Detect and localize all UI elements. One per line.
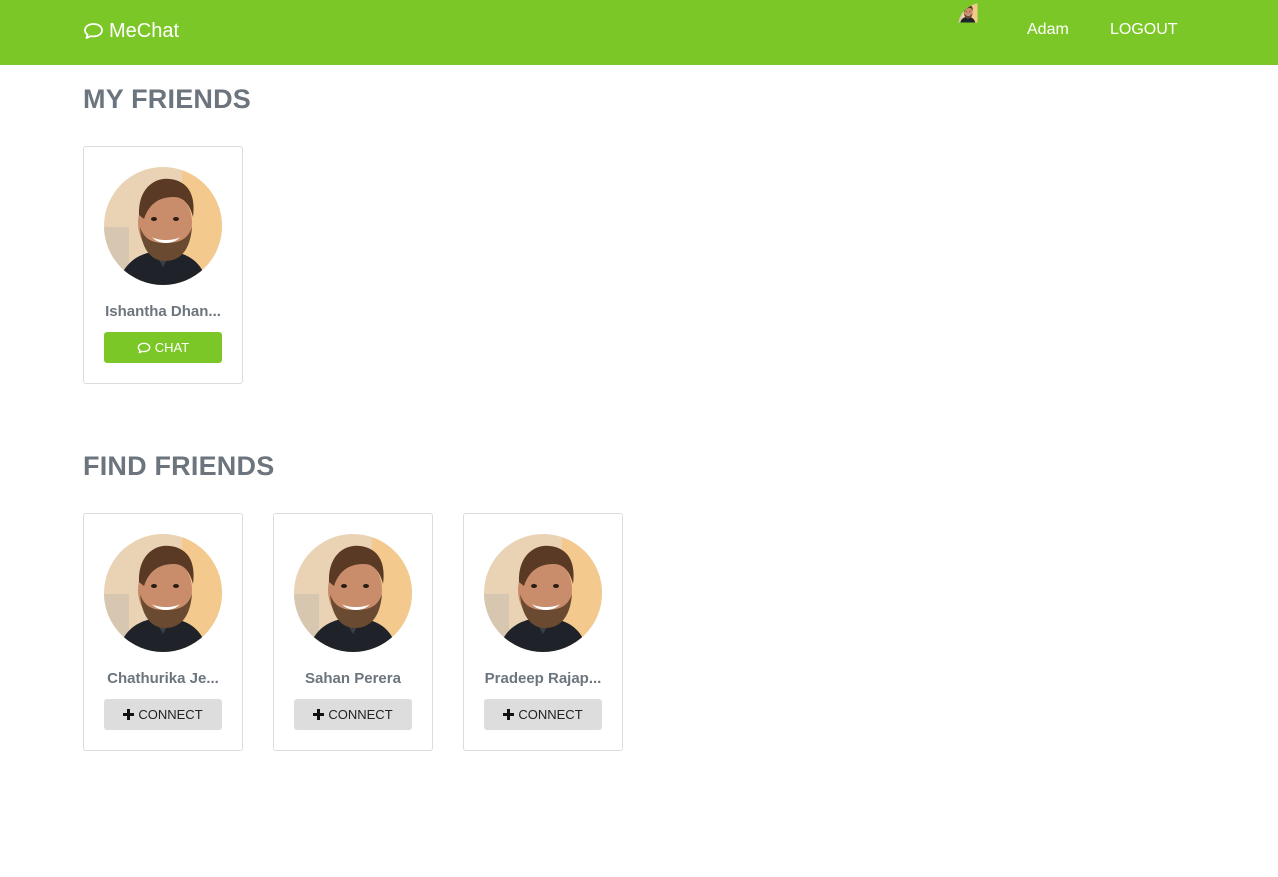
suggestion-avatar [484,534,602,652]
plus-icon [123,709,135,720]
plus-icon [313,709,325,720]
chat-button[interactable]: CHAT [104,332,222,363]
user-name-link[interactable]: Adam [1027,21,1069,39]
brand-link[interactable]: MeChat [83,19,179,43]
user-avatar[interactable] [958,3,1006,51]
plus-icon [503,709,515,720]
find-friends-heading: FIND FRIENDS [83,451,275,481]
brand-label: MeChat [109,19,180,42]
connect-button-label: CONNECT [138,707,203,722]
connect-button[interactable]: CONNECT [104,699,222,730]
connect-button-label: CONNECT [518,707,583,722]
suggestion-name: Pradeep Rajap... [484,670,602,687]
connect-button[interactable]: CONNECT [294,699,412,730]
suggestion-avatar [104,534,222,652]
friend-name: Ishantha Dhan... [105,303,221,320]
top-navbar: MeChat Adam LOGOUT [0,0,1278,65]
logout-link[interactable]: LOGOUT [1110,21,1178,39]
friend-card: Ishantha Dhan... CHAT [83,146,243,384]
connect-button[interactable]: CONNECT [484,699,602,730]
suggestion-name: Chathurika Je... [107,670,219,687]
friend-avatar [104,167,222,285]
suggestion-name: Sahan Perera [305,670,401,687]
my-friends-heading: MY FRIENDS [83,84,252,114]
chat-bubble-icon [83,22,104,40]
suggestion-card: Chathurika Je... CONNECT [83,513,243,751]
suggestion-card: Sahan Perera CONNECT [273,513,433,751]
chat-bubble-icon [137,342,151,354]
chat-button-label: CHAT [154,340,190,355]
connect-button-label: CONNECT [328,707,393,722]
suggestion-avatar [294,534,412,652]
suggestion-card: Pradeep Rajap... CONNECT [463,513,623,751]
